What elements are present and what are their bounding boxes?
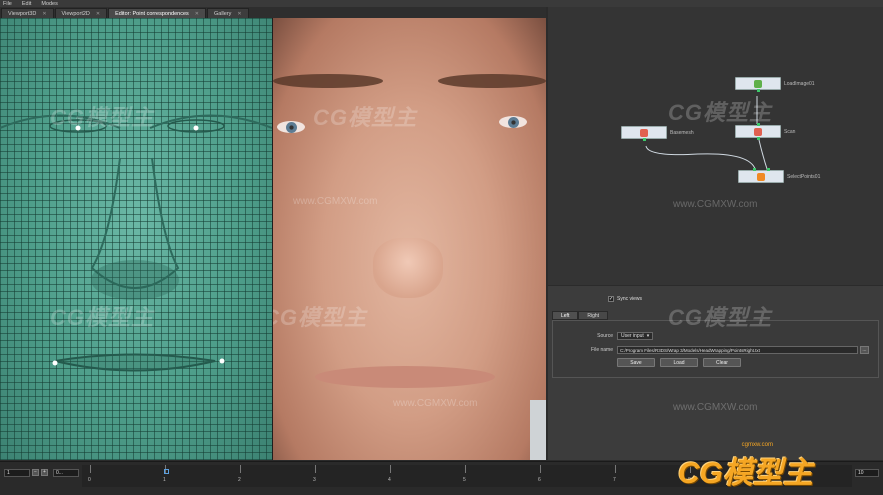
step-forward-button[interactable]: + [41, 469, 48, 476]
points-icon [757, 173, 765, 181]
load-button[interactable]: Load [660, 358, 698, 367]
tab-point-correspondences[interactable]: Editor: Point correspondences ✕ [108, 8, 206, 18]
node-basemesh[interactable] [621, 126, 667, 141]
watermark-url: www.CGMXW.com [673, 199, 758, 210]
input-port[interactable] [767, 168, 770, 171]
node-wires [645, 96, 769, 173]
output-port[interactable] [757, 89, 760, 92]
sync-views-checkbox[interactable]: ✓ [608, 296, 614, 302]
basemesh-viewport[interactable]: CG模型主 CG模型主 [0, 18, 272, 460]
sync-views-option[interactable]: ✓ Sync views [608, 296, 642, 302]
viewport-tabbar: Viewport3D ✕ Viewport2D ✕ Editor: Point co… [0, 7, 546, 18]
clear-button[interactable]: Clear [703, 358, 741, 367]
output-port[interactable] [757, 137, 760, 140]
image-icon [754, 80, 762, 88]
node-graph-panel[interactable]: LoadImage01 Basemesh Scan SelectPoints01… [548, 7, 883, 285]
menu-modes[interactable]: Modes [41, 1, 58, 7]
menu-bar: File Edit Modes [0, 0, 883, 7]
node-label: Scan [784, 129, 796, 135]
watermark-logo: CG模型主 [313, 105, 418, 130]
side-tabs: Left Right [552, 311, 609, 320]
node-select-points[interactable] [738, 168, 784, 183]
browse-button[interactable]: ... [860, 346, 869, 354]
viewport-area: CG模型主 CG模型主 CG模型主 CG模型主 www.CGMXW.com ww… [0, 18, 546, 460]
nose [373, 238, 443, 298]
node-label: Basemesh [670, 130, 694, 136]
step-back-button[interactable]: − [32, 469, 39, 476]
tab-gallery[interactable]: Gallery ✕ [206, 8, 249, 18]
start-frame-field[interactable]: 0... [53, 469, 79, 477]
watermark-url: www.CGMXW.com [293, 196, 378, 207]
lips [315, 366, 495, 388]
playhead-handle[interactable] [164, 469, 169, 474]
filename-label: File name [591, 347, 613, 353]
correspondence-point [219, 358, 225, 364]
source-select[interactable]: User input ▾ [617, 332, 654, 340]
mesh-icon [640, 129, 648, 137]
menu-file[interactable]: File [3, 1, 12, 7]
right-brow [438, 74, 546, 88]
watermark-url: www.CGMXW.com [393, 398, 478, 409]
end-frame-field[interactable]: 10 [855, 469, 879, 477]
scan-viewport[interactable]: CG模型主 CG模型主 www.CGMXW.com www.CGMXW.com [273, 18, 546, 460]
left-eye [277, 121, 305, 133]
close-icon[interactable]: ✕ [195, 11, 199, 17]
tab-viewport2d[interactable]: Viewport2D ✕ [54, 8, 108, 18]
close-icon[interactable]: ✕ [237, 11, 241, 17]
current-frame-field[interactable]: 1 [4, 469, 30, 477]
node-load-image[interactable] [735, 77, 781, 92]
brand-watermark: cgmxw.com CG模型主 [678, 442, 813, 492]
correspondence-point [193, 125, 199, 131]
correspondence-point [52, 360, 58, 366]
close-icon[interactable]: ✕ [96, 11, 100, 17]
face-contours [0, 114, 272, 372]
close-icon[interactable]: ✕ [42, 11, 46, 17]
watermark-logo: CG模型主 [50, 305, 155, 330]
right-eye [499, 116, 527, 128]
source-label: Source [597, 333, 613, 339]
output-port[interactable] [643, 138, 646, 141]
tab-left[interactable]: Left [552, 311, 579, 320]
tab-viewport3d[interactable]: Viewport3D ✕ [1, 8, 54, 18]
watermark-logo: CG模型主 [668, 305, 773, 330]
mesh-icon [754, 128, 762, 136]
node-label: LoadImage01 [784, 81, 815, 87]
chevron-down-icon: ▾ [646, 333, 650, 339]
node-label: SelectPoints01 [787, 174, 821, 180]
watermark-logo: CG模型主 [273, 305, 368, 330]
properties-panel: ✓ Sync views Left Right Source User inpu… [548, 286, 883, 460]
left-brow [273, 74, 383, 88]
filename-input[interactable]: C:/Program Files/R3DS/Wrap 3/Models/Head… [617, 346, 858, 354]
input-port[interactable] [753, 168, 756, 171]
watermark-logo: CG模型主 [668, 100, 773, 125]
brand-logo: CG模型主 [678, 457, 813, 490]
menu-edit[interactable]: Edit [22, 1, 31, 7]
tab-right[interactable]: Right [578, 311, 609, 320]
watermark-logo: CG模型主 [50, 105, 155, 130]
save-button[interactable]: Save [617, 358, 655, 367]
watermark-url: www.CGMXW.com [673, 402, 758, 413]
shirt-collar [530, 400, 546, 460]
